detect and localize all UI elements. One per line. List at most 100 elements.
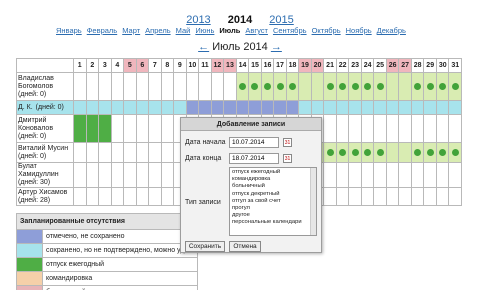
day-cell[interactable]: [135, 142, 150, 163]
day-cell[interactable]: [185, 72, 200, 101]
day-cell[interactable]: [85, 100, 100, 115]
day-cell[interactable]: [360, 72, 375, 101]
day-cell[interactable]: [210, 100, 225, 115]
save-button[interactable]: Сохранить: [185, 241, 225, 252]
day-cell[interactable]: [85, 114, 100, 143]
day-cell[interactable]: [160, 142, 175, 163]
next-month-arrow[interactable]: →: [271, 41, 282, 53]
day-cell[interactable]: [85, 142, 100, 163]
day-cell[interactable]: [385, 187, 400, 206]
month-link[interactable]: Февраль: [87, 26, 117, 35]
day-cell[interactable]: [160, 162, 175, 188]
day-cell[interactable]: [148, 72, 162, 101]
day-cell[interactable]: [110, 100, 125, 115]
day-cell[interactable]: [423, 72, 437, 101]
day-cell[interactable]: [323, 114, 337, 143]
day-cell[interactable]: [110, 114, 125, 143]
day-cell[interactable]: [110, 142, 125, 163]
day-cell[interactable]: [423, 100, 437, 115]
day-cell[interactable]: [85, 187, 100, 206]
day-cell[interactable]: [348, 142, 362, 163]
day-cell[interactable]: [410, 187, 425, 206]
list-scrollbar[interactable]: [310, 168, 316, 235]
day-cell[interactable]: [385, 100, 400, 115]
day-cell[interactable]: [373, 100, 387, 115]
day-cell[interactable]: [323, 72, 337, 101]
month-link[interactable]: Май: [176, 26, 191, 35]
day-cell[interactable]: [248, 72, 262, 101]
day-cell[interactable]: [385, 142, 400, 163]
day-cell[interactable]: [335, 187, 350, 206]
day-cell[interactable]: [410, 72, 425, 101]
day-cell[interactable]: [123, 114, 137, 143]
record-type-option[interactable]: отпуск декретный: [232, 191, 314, 198]
calendar-icon[interactable]: 31: [283, 138, 292, 147]
next-year-link[interactable]: 2015: [269, 14, 293, 26]
record-type-option[interactable]: больничный: [232, 183, 314, 190]
day-cell[interactable]: [273, 72, 287, 101]
day-cell[interactable]: [448, 187, 462, 206]
day-cell[interactable]: [448, 114, 462, 143]
day-cell[interactable]: [335, 100, 350, 115]
month-link[interactable]: Июнь: [195, 26, 214, 35]
prev-year-link[interactable]: 2013: [186, 14, 210, 26]
day-cell[interactable]: [285, 100, 300, 115]
day-cell[interactable]: [335, 162, 350, 188]
day-cell[interactable]: [248, 100, 262, 115]
day-cell[interactable]: [310, 72, 325, 101]
day-cell[interactable]: [160, 72, 175, 101]
day-cell[interactable]: [435, 72, 450, 101]
day-cell[interactable]: [135, 187, 150, 206]
day-cell[interactable]: [85, 162, 100, 188]
month-link[interactable]: Январь: [56, 26, 82, 35]
day-cell[interactable]: [198, 72, 212, 101]
day-cell[interactable]: [348, 162, 362, 188]
day-cell[interactable]: [260, 100, 275, 115]
day-cell[interactable]: [360, 114, 375, 143]
day-cell[interactable]: [398, 187, 412, 206]
day-cell[interactable]: [398, 72, 412, 101]
record-type-option[interactable]: персональные календари: [232, 219, 314, 226]
day-cell[interactable]: [448, 142, 462, 163]
day-cell[interactable]: [360, 142, 375, 163]
month-link[interactable]: Октябрь: [312, 26, 341, 35]
day-cell[interactable]: [185, 100, 200, 115]
day-cell[interactable]: [410, 114, 425, 143]
day-cell[interactable]: [173, 100, 187, 115]
day-cell[interactable]: [148, 162, 162, 188]
day-cell[interactable]: [123, 100, 137, 115]
day-cell[interactable]: [135, 162, 150, 188]
day-cell[interactable]: [360, 162, 375, 188]
day-cell[interactable]: [398, 142, 412, 163]
day-cell[interactable]: [385, 162, 400, 188]
day-cell[interactable]: [235, 100, 250, 115]
day-cell[interactable]: [448, 72, 462, 101]
day-cell[interactable]: [135, 114, 150, 143]
day-cell[interactable]: [160, 114, 175, 143]
day-cell[interactable]: [448, 162, 462, 188]
day-cell[interactable]: [323, 142, 337, 163]
month-link[interactable]: Декабрь: [377, 26, 406, 35]
day-cell[interactable]: [198, 100, 212, 115]
day-cell[interactable]: [373, 142, 387, 163]
day-cell[interactable]: [223, 72, 237, 101]
month-link[interactable]: Сентябрь: [273, 26, 307, 35]
day-cell[interactable]: [385, 72, 400, 101]
day-cell[interactable]: [435, 114, 450, 143]
day-cell[interactable]: [148, 114, 162, 143]
day-cell[interactable]: [298, 72, 312, 101]
day-cell[interactable]: [98, 162, 112, 188]
day-cell[interactable]: [373, 114, 387, 143]
day-cell[interactable]: [348, 187, 362, 206]
prev-month-arrow[interactable]: ←: [198, 41, 209, 53]
day-cell[interactable]: [423, 142, 437, 163]
record-type-option[interactable]: отгул за свой счет: [232, 198, 314, 205]
day-cell[interactable]: [123, 187, 137, 206]
day-cell[interactable]: [98, 114, 112, 143]
day-cell[interactable]: [323, 162, 337, 188]
day-cell[interactable]: [348, 114, 362, 143]
day-cell[interactable]: [123, 72, 137, 101]
day-cell[interactable]: [73, 162, 87, 188]
day-cell[interactable]: [323, 187, 337, 206]
day-cell[interactable]: [110, 187, 125, 206]
